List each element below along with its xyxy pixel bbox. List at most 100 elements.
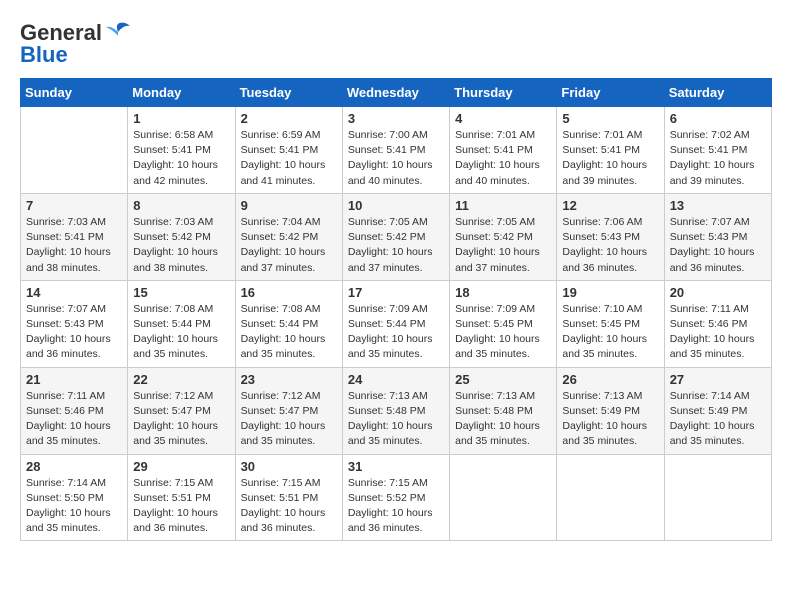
weekday-header: Monday bbox=[128, 79, 235, 107]
cell-day-number: 22 bbox=[133, 372, 229, 387]
cell-day-number: 10 bbox=[348, 198, 444, 213]
weekday-header: Saturday bbox=[664, 79, 771, 107]
cell-day-number: 5 bbox=[562, 111, 658, 126]
cell-day-info: Sunrise: 7:15 AMSunset: 5:52 PMDaylight:… bbox=[348, 476, 444, 537]
cell-day-info: Sunrise: 7:03 AMSunset: 5:41 PMDaylight:… bbox=[26, 215, 122, 276]
calendar-cell: 2 Sunrise: 6:59 AMSunset: 5:41 PMDaylight… bbox=[235, 107, 342, 194]
cell-day-number: 25 bbox=[455, 372, 551, 387]
cell-day-number: 28 bbox=[26, 459, 122, 474]
calendar-cell: 23 Sunrise: 7:12 AMSunset: 5:47 PMDayligh… bbox=[235, 367, 342, 454]
cell-day-number: 1 bbox=[133, 111, 229, 126]
cell-day-info: Sunrise: 7:14 AMSunset: 5:49 PMDaylight:… bbox=[670, 389, 766, 450]
calendar-cell: 6 Sunrise: 7:02 AMSunset: 5:41 PMDaylight… bbox=[664, 107, 771, 194]
calendar-header-row: SundayMondayTuesdayWednesdayThursdayFrid… bbox=[21, 79, 772, 107]
cell-day-number: 17 bbox=[348, 285, 444, 300]
cell-day-number: 8 bbox=[133, 198, 229, 213]
calendar-cell: 10 Sunrise: 7:05 AMSunset: 5:42 PMDayligh… bbox=[342, 193, 449, 280]
calendar-cell: 18 Sunrise: 7:09 AMSunset: 5:45 PMDayligh… bbox=[450, 280, 557, 367]
calendar-week-row: 14 Sunrise: 7:07 AMSunset: 5:43 PMDayligh… bbox=[21, 280, 772, 367]
calendar-cell: 26 Sunrise: 7:13 AMSunset: 5:49 PMDayligh… bbox=[557, 367, 664, 454]
weekday-header: Tuesday bbox=[235, 79, 342, 107]
calendar-cell: 12 Sunrise: 7:06 AMSunset: 5:43 PMDayligh… bbox=[557, 193, 664, 280]
calendar-cell: 1 Sunrise: 6:58 AMSunset: 5:41 PMDaylight… bbox=[128, 107, 235, 194]
cell-day-number: 2 bbox=[241, 111, 337, 126]
calendar-cell: 15Sunrise: 7:08 AMSunset: 5:44 PMDayligh… bbox=[128, 280, 235, 367]
calendar-week-row: 7 Sunrise: 7:03 AMSunset: 5:41 PMDaylight… bbox=[21, 193, 772, 280]
weekday-header: Friday bbox=[557, 79, 664, 107]
cell-day-info: Sunrise: 6:58 AMSunset: 5:41 PMDaylight:… bbox=[133, 128, 229, 189]
cell-day-info: Sunrise: 6:59 AMSunset: 5:41 PMDaylight:… bbox=[241, 128, 337, 189]
cell-day-number: 29 bbox=[133, 459, 229, 474]
calendar-cell: 9 Sunrise: 7:04 AMSunset: 5:42 PMDaylight… bbox=[235, 193, 342, 280]
cell-day-number: 16 bbox=[241, 285, 337, 300]
calendar-cell bbox=[21, 107, 128, 194]
cell-day-info: Sunrise: 7:05 AMSunset: 5:42 PMDaylight:… bbox=[455, 215, 551, 276]
cell-day-number: 9 bbox=[241, 198, 337, 213]
cell-day-number: 20 bbox=[670, 285, 766, 300]
weekday-header: Thursday bbox=[450, 79, 557, 107]
cell-day-info: Sunrise: 7:13 AMSunset: 5:49 PMDaylight:… bbox=[562, 389, 658, 450]
cell-day-info: Sunrise: 7:02 AMSunset: 5:41 PMDaylight:… bbox=[670, 128, 766, 189]
cell-day-info: Sunrise: 7:08 AMSunset: 5:44 PMDaylight:… bbox=[241, 302, 337, 363]
header: General Blue bbox=[20, 20, 772, 68]
calendar-cell: 13 Sunrise: 7:07 AMSunset: 5:43 PMDayligh… bbox=[664, 193, 771, 280]
cell-day-number: 3 bbox=[348, 111, 444, 126]
calendar-cell bbox=[450, 454, 557, 541]
cell-day-info: Sunrise: 7:07 AMSunset: 5:43 PMDaylight:… bbox=[670, 215, 766, 276]
calendar-cell: 16 Sunrise: 7:08 AMSunset: 5:44 PMDayligh… bbox=[235, 280, 342, 367]
cell-day-number: 14 bbox=[26, 285, 122, 300]
cell-day-info: Sunrise: 7:00 AMSunset: 5:41 PMDaylight:… bbox=[348, 128, 444, 189]
calendar-cell: 21 Sunrise: 7:11 AMSunset: 5:46 PMDayligh… bbox=[21, 367, 128, 454]
calendar-week-row: 28 Sunrise: 7:14 AMSunset: 5:50 PMDayligh… bbox=[21, 454, 772, 541]
cell-day-number: 19 bbox=[562, 285, 658, 300]
cell-day-info: Sunrise: 7:09 AMSunset: 5:45 PMDaylight:… bbox=[455, 302, 551, 363]
weekday-header: Sunday bbox=[21, 79, 128, 107]
calendar-cell bbox=[557, 454, 664, 541]
cell-day-number: 12 bbox=[562, 198, 658, 213]
cell-day-info: Sunrise: 7:05 AMSunset: 5:42 PMDaylight:… bbox=[348, 215, 444, 276]
cell-day-info: Sunrise: 7:03 AMSunset: 5:42 PMDaylight:… bbox=[133, 215, 229, 276]
cell-day-info: Sunrise: 7:13 AMSunset: 5:48 PMDaylight:… bbox=[455, 389, 551, 450]
calendar-cell: 20 Sunrise: 7:11 AMSunset: 5:46 PMDayligh… bbox=[664, 280, 771, 367]
calendar-cell: 17Sunrise: 7:09 AMSunset: 5:44 PMDayligh… bbox=[342, 280, 449, 367]
logo-bird-icon bbox=[104, 22, 132, 44]
cell-day-number: 18 bbox=[455, 285, 551, 300]
cell-day-info: Sunrise: 7:15 AMSunset: 5:51 PMDaylight:… bbox=[133, 476, 229, 537]
cell-day-number: 6 bbox=[670, 111, 766, 126]
cell-day-number: 15 bbox=[133, 285, 229, 300]
cell-day-info: Sunrise: 7:01 AMSunset: 5:41 PMDaylight:… bbox=[562, 128, 658, 189]
calendar-week-row: 21 Sunrise: 7:11 AMSunset: 5:46 PMDayligh… bbox=[21, 367, 772, 454]
weekday-header: Wednesday bbox=[342, 79, 449, 107]
calendar-cell: 29 Sunrise: 7:15 AMSunset: 5:51 PMDayligh… bbox=[128, 454, 235, 541]
calendar-cell: 25 Sunrise: 7:13 AMSunset: 5:48 PMDayligh… bbox=[450, 367, 557, 454]
calendar-cell: 3 Sunrise: 7:00 AMSunset: 5:41 PMDaylight… bbox=[342, 107, 449, 194]
cell-day-info: Sunrise: 7:07 AMSunset: 5:43 PMDaylight:… bbox=[26, 302, 122, 363]
calendar-cell: 4Sunrise: 7:01 AMSunset: 5:41 PMDaylight… bbox=[450, 107, 557, 194]
calendar-cell: 30 Sunrise: 7:15 AMSunset: 5:51 PMDayligh… bbox=[235, 454, 342, 541]
calendar-cell: 24Sunrise: 7:13 AMSunset: 5:48 PMDayligh… bbox=[342, 367, 449, 454]
cell-day-number: 30 bbox=[241, 459, 337, 474]
calendar-cell: 11Sunrise: 7:05 AMSunset: 5:42 PMDayligh… bbox=[450, 193, 557, 280]
cell-day-number: 7 bbox=[26, 198, 122, 213]
calendar-cell: 5 Sunrise: 7:01 AMSunset: 5:41 PMDaylight… bbox=[557, 107, 664, 194]
cell-day-number: 21 bbox=[26, 372, 122, 387]
cell-day-info: Sunrise: 7:13 AMSunset: 5:48 PMDaylight:… bbox=[348, 389, 444, 450]
cell-day-info: Sunrise: 7:04 AMSunset: 5:42 PMDaylight:… bbox=[241, 215, 337, 276]
cell-day-number: 31 bbox=[348, 459, 444, 474]
logo: General Blue bbox=[20, 20, 132, 68]
cell-day-info: Sunrise: 7:11 AMSunset: 5:46 PMDaylight:… bbox=[26, 389, 122, 450]
calendar-cell: 19Sunrise: 7:10 AMSunset: 5:45 PMDayligh… bbox=[557, 280, 664, 367]
cell-day-info: Sunrise: 7:11 AMSunset: 5:46 PMDaylight:… bbox=[670, 302, 766, 363]
calendar-cell bbox=[664, 454, 771, 541]
logo-blue: Blue bbox=[20, 42, 68, 68]
cell-day-number: 26 bbox=[562, 372, 658, 387]
cell-day-number: 13 bbox=[670, 198, 766, 213]
cell-day-info: Sunrise: 7:14 AMSunset: 5:50 PMDaylight:… bbox=[26, 476, 122, 537]
cell-day-info: Sunrise: 7:06 AMSunset: 5:43 PMDaylight:… bbox=[562, 215, 658, 276]
calendar-cell: 22Sunrise: 7:12 AMSunset: 5:47 PMDayligh… bbox=[128, 367, 235, 454]
cell-day-info: Sunrise: 7:15 AMSunset: 5:51 PMDaylight:… bbox=[241, 476, 337, 537]
cell-day-number: 23 bbox=[241, 372, 337, 387]
cell-day-info: Sunrise: 7:12 AMSunset: 5:47 PMDaylight:… bbox=[241, 389, 337, 450]
calendar-week-row: 1 Sunrise: 6:58 AMSunset: 5:41 PMDaylight… bbox=[21, 107, 772, 194]
cell-day-number: 27 bbox=[670, 372, 766, 387]
